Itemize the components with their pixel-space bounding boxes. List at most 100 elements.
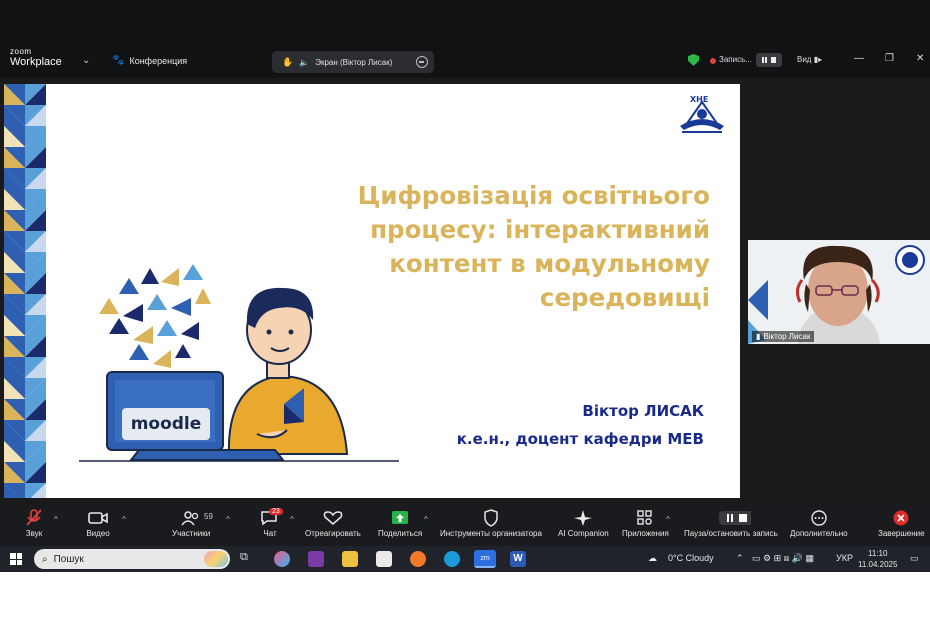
- chevron-up-icon[interactable]: ^: [424, 515, 428, 524]
- zoom-logo-big: Workplace: [10, 56, 62, 68]
- chat-button[interactable]: 23 Чат: [256, 508, 284, 538]
- search-icon: ⌕: [42, 553, 48, 565]
- encryption-shield-icon[interactable]: [688, 54, 699, 66]
- chevron-up-icon[interactable]: ^: [54, 515, 58, 524]
- recording-label: Запись...: [719, 55, 752, 64]
- floating-triangles: [99, 264, 211, 368]
- pause-stop-recording-icon: [718, 511, 751, 525]
- hand-icon: ✋: [282, 56, 294, 67]
- close-icon[interactable]: ✕: [916, 53, 924, 64]
- weather-icon[interactable]: ☁: [648, 553, 657, 564]
- toolbar-label: Приложения: [622, 529, 669, 538]
- zoom-logo[interactable]: zoom Workplace: [10, 48, 62, 68]
- share-screen-button[interactable]: Поделиться: [378, 509, 422, 538]
- toolbar-label: Участники: [172, 529, 211, 538]
- participant-name: Віктор Лисак: [763, 332, 811, 341]
- windows-start-icon[interactable]: [10, 553, 22, 565]
- participants-icon: [181, 511, 199, 526]
- view-button[interactable]: Вид ▮▸: [797, 55, 822, 64]
- video-camera-icon: [88, 512, 108, 524]
- file-explorer-icon[interactable]: [342, 551, 358, 567]
- more-icon: [811, 510, 827, 526]
- shield-icon: [484, 509, 498, 527]
- zoom-app-icon[interactable]: zm: [474, 550, 496, 568]
- end-meeting-icon: [893, 510, 909, 526]
- word-icon[interactable]: W: [510, 551, 526, 567]
- sparkle-icon: [574, 510, 593, 526]
- share-screen-icon: [392, 511, 409, 524]
- firefox-icon[interactable]: [410, 551, 426, 567]
- stop-icon[interactable]: [770, 57, 776, 63]
- conference-button[interactable]: 🐾 Конференция: [112, 55, 187, 66]
- restore-icon[interactable]: ❐: [885, 53, 894, 64]
- speaker-icon: 🔈: [299, 57, 310, 67]
- chevron-up-icon[interactable]: ^: [226, 515, 230, 524]
- taskbar-search[interactable]: ⌕ Пошук: [34, 549, 230, 569]
- copilot-icon[interactable]: [274, 551, 290, 567]
- pause-icon[interactable]: [762, 57, 765, 63]
- toolbar-label: Завершение: [878, 529, 925, 538]
- slide-geometric-border: [4, 84, 46, 498]
- host-tools-button[interactable]: Инструменты организатора: [440, 509, 542, 538]
- signal-bars-icon: ▮: [756, 332, 761, 341]
- recording-dot-icon: [710, 58, 716, 64]
- chevron-up-icon[interactable]: ^: [666, 515, 670, 524]
- tray-icons[interactable]: ▭ ⚙ ⊞ ⧈ 🔊 ▦: [752, 553, 814, 564]
- toolbar-label: Дополнительно: [790, 529, 848, 538]
- language-indicator[interactable]: УКР: [836, 553, 853, 563]
- apps-button[interactable]: Приложения: [622, 509, 669, 538]
- taskbar-clock[interactable]: 11:10 11.04.2025: [858, 548, 897, 570]
- heart-icon: [323, 511, 343, 525]
- task-view-icon[interactable]: ⧉: [240, 551, 256, 567]
- audio-button[interactable]: Звук: [20, 509, 48, 538]
- edge-icon[interactable]: [444, 551, 460, 567]
- windows-taskbar: ⌕ Пошук ⧉ zm W ☁ 0°C Cloudy ⌃ ▭ ⚙ ⊞ ⧈ 🔊 …: [0, 546, 930, 572]
- toolbar-label: AI Companion: [558, 529, 609, 538]
- clock-date: 11.04.2025: [858, 560, 898, 569]
- chevron-up-icon[interactable]: ^: [290, 515, 294, 524]
- paw-icon: 🐾: [112, 55, 125, 66]
- chevron-up-icon[interactable]: ⌃: [736, 553, 744, 564]
- app-icon[interactable]: [308, 551, 324, 567]
- apps-icon: [637, 510, 653, 525]
- slide-title-line: Цифровізація освітнього: [357, 181, 710, 210]
- ai-companion-button[interactable]: AI Companion: [558, 509, 609, 538]
- weather-text[interactable]: 0°C Cloudy: [668, 553, 714, 563]
- toolbar-label: Отреагировать: [305, 529, 361, 538]
- recording-controls[interactable]: [756, 53, 782, 67]
- screen-share-label: Экран (Віктор Лисак): [315, 57, 393, 67]
- participants-count: 59: [204, 512, 213, 521]
- pause-stop-recording-button[interactable]: Пауза/остановить запись: [684, 509, 778, 538]
- meeting-toolbar: Звук ^ Видео ^ 59 Участники ^ 23 Чат ^ О…: [0, 506, 930, 546]
- toolbar-label: Звук: [25, 529, 43, 538]
- presentation-slide: ХНЕ Цифровізація освітнього процесу: інт…: [4, 84, 740, 498]
- person-figure: [227, 287, 349, 455]
- toolbar-label: Инструменты организатора: [440, 529, 542, 538]
- chevron-down-icon[interactable]: ⌄: [82, 55, 90, 66]
- screen-share-indicator[interactable]: ✋ 🔈 Экран (Віктор Лисак): [272, 51, 434, 73]
- screen: zoom Workplace ⌄ 🐾 Конференция ✋ 🔈 Экран…: [0, 0, 930, 620]
- student-laptop-illustration: [79, 264, 399, 462]
- notifications-icon[interactable]: ▭: [910, 553, 919, 564]
- participants-button[interactable]: 59 Участники: [172, 509, 213, 538]
- minimize-icon[interactable]: —: [854, 53, 864, 64]
- clock-time: 11:10: [868, 549, 888, 558]
- end-meeting-button[interactable]: Завершение: [878, 509, 925, 538]
- store-icon[interactable]: [376, 551, 392, 567]
- participant-video: [748, 240, 930, 344]
- author-name: Віктор ЛИСАК: [582, 402, 704, 420]
- participant-video-tile[interactable]: ▮ Віктор Лисак: [748, 240, 930, 344]
- more-button[interactable]: Дополнительно: [790, 509, 848, 538]
- video-button[interactable]: Видео: [84, 509, 112, 538]
- view-label: Вид: [797, 55, 812, 64]
- react-button[interactable]: Отреагировать: [305, 509, 361, 538]
- toolbar-label: Пауза/остановить запись: [684, 529, 778, 538]
- participant-name-tag: ▮ Віктор Лисак: [752, 331, 815, 342]
- stop-share-icon[interactable]: [416, 56, 428, 68]
- toolbar-label: Чат: [263, 529, 277, 538]
- chevron-up-icon[interactable]: ^: [122, 515, 126, 524]
- zoom-title-bar: zoom Workplace ⌄ 🐾 Конференция ✋ 🔈 Экран…: [0, 0, 930, 78]
- search-highlight-icon: [204, 551, 228, 567]
- conference-label: Конференция: [129, 55, 188, 66]
- zoom-logo-small: zoom: [10, 47, 32, 56]
